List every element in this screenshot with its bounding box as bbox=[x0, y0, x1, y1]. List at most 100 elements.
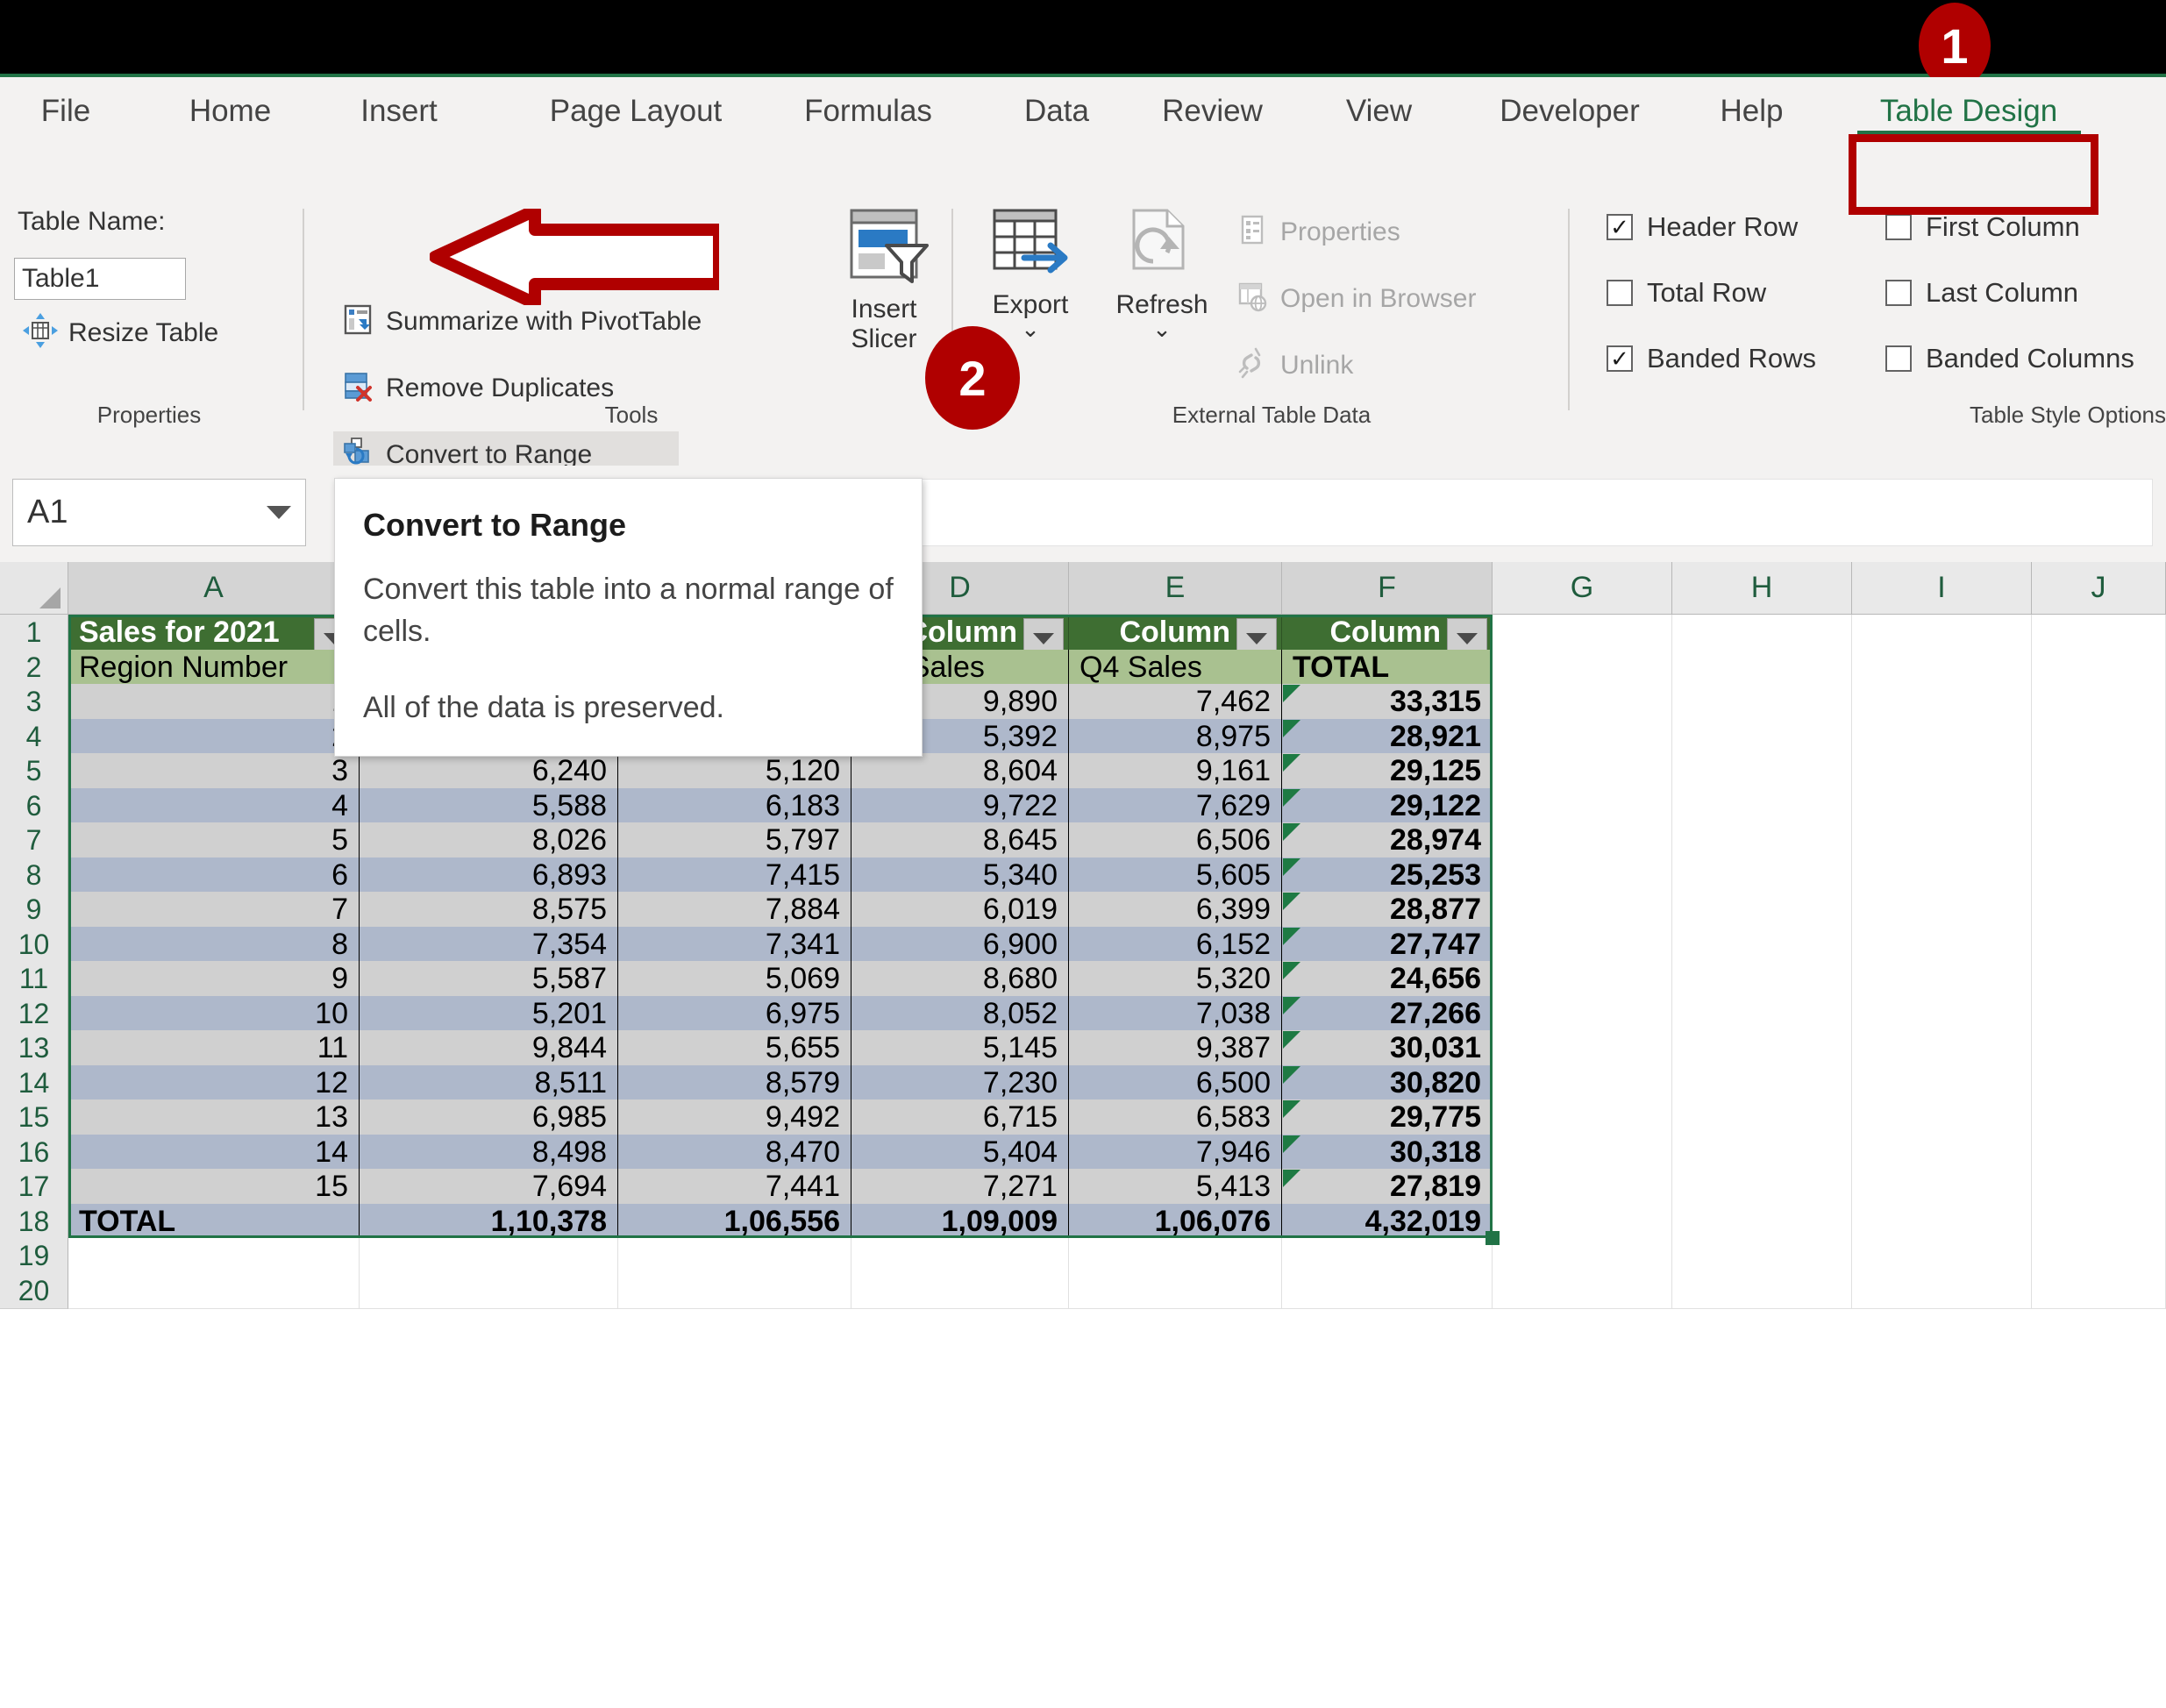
cell-B15[interactable]: 6,985 bbox=[360, 1100, 618, 1135]
cell-total-E18[interactable]: 1,06,076 bbox=[1069, 1204, 1282, 1240]
cell-empty-G2[interactable] bbox=[1493, 650, 1672, 686]
cell-empty-J4[interactable] bbox=[2032, 719, 2166, 755]
cell-empty-H11[interactable] bbox=[1672, 961, 1852, 997]
row-header-4[interactable]: 4 bbox=[0, 719, 68, 755]
cell-empty-G4[interactable] bbox=[1493, 719, 1672, 755]
style-option-banded-columns[interactable]: Banded Columns bbox=[1885, 343, 2134, 374]
cell-empty-I16[interactable] bbox=[1852, 1135, 2032, 1171]
cell-empty-H4[interactable] bbox=[1672, 719, 1852, 755]
cell-F14[interactable]: 30,820 bbox=[1282, 1065, 1493, 1101]
cell-empty-I4[interactable] bbox=[1852, 719, 2032, 755]
cell-E6[interactable]: 7,629 bbox=[1069, 788, 1282, 824]
cell-empty-H8[interactable] bbox=[1672, 858, 1852, 893]
cell-E4[interactable]: 8,975 bbox=[1069, 719, 1282, 755]
cell-empty-G18[interactable] bbox=[1493, 1204, 1672, 1240]
cell-B10[interactable]: 7,354 bbox=[360, 927, 618, 963]
cell-empty-J17[interactable] bbox=[2032, 1169, 2166, 1205]
cell-D10[interactable]: 6,900 bbox=[851, 927, 1069, 963]
cell-F4[interactable]: 28,921 bbox=[1282, 719, 1493, 755]
cell-B6[interactable]: 5,588 bbox=[360, 788, 618, 824]
cell-A8[interactable]: 6 bbox=[68, 858, 360, 893]
cell-C13[interactable]: 5,655 bbox=[618, 1030, 851, 1066]
tab-insert[interactable]: Insert bbox=[346, 77, 452, 146]
cell-empty-J19[interactable] bbox=[2032, 1238, 2166, 1274]
cell-D9[interactable]: 6,019 bbox=[851, 892, 1069, 928]
cell-empty-J6[interactable] bbox=[2032, 788, 2166, 824]
row-header-16[interactable]: 16 bbox=[0, 1135, 68, 1171]
cell-B7[interactable]: 8,026 bbox=[360, 822, 618, 858]
cell-empty-J14[interactable] bbox=[2032, 1065, 2166, 1101]
cell-E3[interactable]: 7,462 bbox=[1069, 684, 1282, 720]
tab-data[interactable]: Data bbox=[1008, 77, 1105, 146]
cell-empty-H5[interactable] bbox=[1672, 753, 1852, 789]
cell-D6[interactable]: 9,722 bbox=[851, 788, 1069, 824]
cell-B17[interactable]: 7,694 bbox=[360, 1169, 618, 1205]
cell-empty-J2[interactable] bbox=[2032, 650, 2166, 686]
cell-total-C18[interactable]: 1,06,556 bbox=[618, 1204, 851, 1240]
cell-empty-B19[interactable] bbox=[360, 1238, 618, 1274]
cell-C12[interactable]: 6,975 bbox=[618, 996, 851, 1032]
cell-B8[interactable]: 6,893 bbox=[360, 858, 618, 893]
cell-A5[interactable]: 3 bbox=[68, 753, 360, 789]
cell-D7[interactable]: 8,645 bbox=[851, 822, 1069, 858]
cell-empty-G11[interactable] bbox=[1493, 961, 1672, 997]
col-header-H[interactable]: H bbox=[1672, 562, 1852, 615]
cell-empty-G13[interactable] bbox=[1493, 1030, 1672, 1066]
tab-view[interactable]: View bbox=[1329, 77, 1429, 146]
cell-B14[interactable]: 8,511 bbox=[360, 1065, 618, 1101]
col-header-E[interactable]: E bbox=[1069, 562, 1282, 615]
cell-empty-H17[interactable] bbox=[1672, 1169, 1852, 1205]
cell-empty-G8[interactable] bbox=[1493, 858, 1672, 893]
cell-empty-I13[interactable] bbox=[1852, 1030, 2032, 1066]
cell-empty-I5[interactable] bbox=[1852, 753, 2032, 789]
cell-F17[interactable]: 27,819 bbox=[1282, 1169, 1493, 1205]
cell-empty-G9[interactable] bbox=[1493, 892, 1672, 928]
row-header-2[interactable]: 2 bbox=[0, 650, 68, 686]
cell-empty-J11[interactable] bbox=[2032, 961, 2166, 997]
cell-empty-J5[interactable] bbox=[2032, 753, 2166, 789]
row-header-1[interactable]: 1 bbox=[0, 615, 68, 651]
resize-table-button[interactable]: Resize Table bbox=[16, 310, 225, 356]
cell-E5[interactable]: 9,161 bbox=[1069, 753, 1282, 789]
style-option-header-row[interactable]: ✓ Header Row bbox=[1607, 211, 1798, 243]
cell-empty-B20[interactable] bbox=[360, 1273, 618, 1309]
cell-empty-H18[interactable] bbox=[1672, 1204, 1852, 1240]
refresh-chevron-down-icon[interactable]: ⌄ bbox=[1152, 317, 1172, 340]
total-row-checkbox[interactable] bbox=[1607, 280, 1633, 306]
cell-empty-G17[interactable] bbox=[1493, 1169, 1672, 1205]
cell-C14[interactable]: 8,579 bbox=[618, 1065, 851, 1101]
cell-empty-G5[interactable] bbox=[1493, 753, 1672, 789]
name-box-chevron-down-icon[interactable] bbox=[267, 506, 291, 519]
cell-E11[interactable]: 5,320 bbox=[1069, 961, 1282, 997]
cell-total-A18[interactable]: TOTAL bbox=[68, 1204, 360, 1240]
row-header-17[interactable]: 17 bbox=[0, 1169, 68, 1205]
cell-empty-H16[interactable] bbox=[1672, 1135, 1852, 1171]
style-option-first-column[interactable]: First Column bbox=[1885, 211, 2080, 243]
cell-E16[interactable]: 7,946 bbox=[1069, 1135, 1282, 1171]
cell-empty-I3[interactable] bbox=[1852, 684, 2032, 720]
cell-empty-I19[interactable] bbox=[1852, 1238, 2032, 1274]
cell-empty-J7[interactable] bbox=[2032, 822, 2166, 858]
cell-empty-J10[interactable] bbox=[2032, 927, 2166, 963]
row-header-7[interactable]: 7 bbox=[0, 822, 68, 858]
cell-empty-J9[interactable] bbox=[2032, 892, 2166, 928]
cell-empty-G19[interactable] bbox=[1493, 1238, 1672, 1274]
cell-empty-G14[interactable] bbox=[1493, 1065, 1672, 1101]
cell-E10[interactable]: 6,152 bbox=[1069, 927, 1282, 963]
cell-C11[interactable]: 5,069 bbox=[618, 961, 851, 997]
cell-D15[interactable]: 6,715 bbox=[851, 1100, 1069, 1135]
table-resize-handle[interactable] bbox=[1486, 1231, 1500, 1245]
cell-total-D18[interactable]: 1,09,009 bbox=[851, 1204, 1069, 1240]
cell-E9[interactable]: 6,399 bbox=[1069, 892, 1282, 928]
col-header-F[interactable]: F bbox=[1282, 562, 1493, 615]
cell-D12[interactable]: 8,052 bbox=[851, 996, 1069, 1032]
cell-empty-G20[interactable] bbox=[1493, 1273, 1672, 1309]
col-header-G[interactable]: G bbox=[1493, 562, 1672, 615]
cell-A14[interactable]: 12 bbox=[68, 1065, 360, 1101]
cell-E13[interactable]: 9,387 bbox=[1069, 1030, 1282, 1066]
cell-B13[interactable]: 9,844 bbox=[360, 1030, 618, 1066]
cell-D16[interactable]: 5,404 bbox=[851, 1135, 1069, 1171]
col-header-A[interactable]: A bbox=[68, 562, 360, 615]
cell-empty-H10[interactable] bbox=[1672, 927, 1852, 963]
cell-empty-H19[interactable] bbox=[1672, 1238, 1852, 1274]
